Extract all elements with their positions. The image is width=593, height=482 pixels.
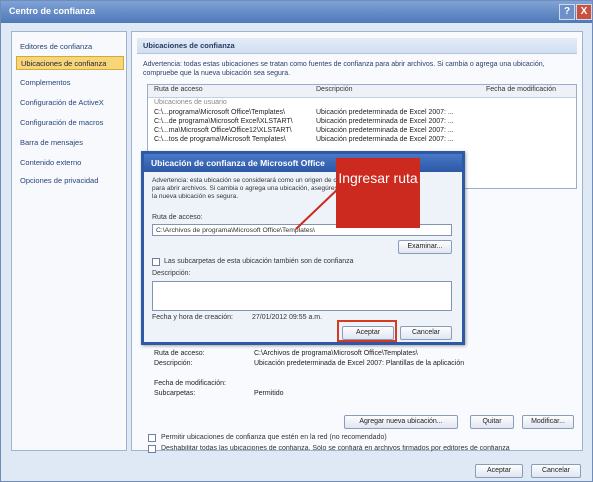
table-group-row: Ubicaciones de usuario	[154, 99, 227, 106]
detail-path-label: Ruta de acceso:	[154, 350, 205, 357]
cancel-button[interactable]: Cancelar	[531, 464, 581, 478]
creation-date-value: 27/01/2012 09:55 a.m.	[252, 314, 323, 321]
sidebar-item-privacy[interactable]: Opciones de privacidad	[16, 174, 124, 188]
dialog-cancel-button[interactable]: Cancelar	[400, 326, 452, 340]
sidebar-item-addins[interactable]: Complementos	[16, 76, 124, 90]
creation-date-label: Fecha y hora de creación:	[152, 314, 233, 321]
dialog-path-label: Ruta de acceso:	[152, 214, 203, 221]
table-row[interactable]: C:\...tos de programa\Microsoft Template…	[148, 136, 576, 146]
column-header-path[interactable]: Ruta de acceso	[154, 86, 203, 93]
detail-desc-label: Descripción:	[154, 360, 193, 367]
sidebar-item-trusted-locations[interactable]: Ubicaciones de confianza	[16, 56, 124, 70]
dialog-description-label: Descripción:	[152, 270, 191, 277]
sidebar-item-macros[interactable]: Configuración de macros	[16, 116, 124, 130]
help-button[interactable]: ?	[559, 4, 575, 20]
allow-network-label: Permitir ubicaciones de confianza que es…	[161, 434, 387, 441]
column-header-date[interactable]: Fecha de modificación	[486, 86, 556, 93]
sidebar-item-activex[interactable]: Configuración de ActiveX	[16, 96, 124, 110]
remove-button[interactable]: Quitar	[470, 415, 514, 429]
warning-text: Advertencia: todas estas ubicaciones se …	[143, 61, 545, 77]
close-button[interactable]: X	[576, 4, 592, 20]
add-location-button[interactable]: Agregar nueva ubicación...	[344, 415, 458, 429]
browse-button[interactable]: Examinar...	[398, 240, 452, 254]
ok-highlight-box	[337, 320, 397, 342]
modify-button[interactable]: Modificar...	[522, 415, 574, 429]
table-header: Ruta de acceso Descripción Fecha de modi…	[148, 85, 576, 98]
disable-all-checkbox[interactable]	[148, 445, 156, 453]
sidebar: Editores de confianza Ubicaciones de con…	[11, 31, 127, 451]
sidebar-item-external-content[interactable]: Contenido externo	[16, 156, 124, 170]
detail-subfolders-label: Subcarpetas:	[154, 390, 196, 397]
title-bar: Centro de confianza ? X	[1, 1, 592, 23]
dialog-description-input[interactable]	[152, 281, 452, 311]
allow-network-checkbox[interactable]	[148, 434, 156, 442]
detail-desc-value: Ubicación predeterminada de Excel 2007: …	[254, 360, 465, 367]
trust-center-window: Centro de confianza ? X Editores de conf…	[0, 0, 593, 482]
sidebar-item-trusted-publishers[interactable]: Editores de confianza	[16, 40, 124, 54]
detail-date-label: Fecha de modificación:	[154, 380, 226, 387]
column-header-description[interactable]: Descripción	[316, 86, 353, 93]
ok-button[interactable]: Aceptar	[475, 464, 523, 478]
detail-subfolders-value: Permitido	[254, 390, 284, 397]
callout-enter-path: Ingresar ruta	[336, 158, 420, 228]
disable-all-label: Deshabilitar todas las ubicaciones de co…	[161, 445, 510, 452]
sidebar-item-message-bar[interactable]: Barra de mensajes	[16, 136, 124, 150]
detail-path-value: C:\Archivos de programa\Microsoft Office…	[254, 350, 418, 357]
section-header: Ubicaciones de confianza	[137, 38, 577, 54]
window-title: Centro de confianza	[9, 6, 96, 16]
subfolders-label: Las subcarpetas de esta ubicación tambié…	[164, 258, 354, 265]
subfolders-checkbox[interactable]	[152, 258, 160, 266]
